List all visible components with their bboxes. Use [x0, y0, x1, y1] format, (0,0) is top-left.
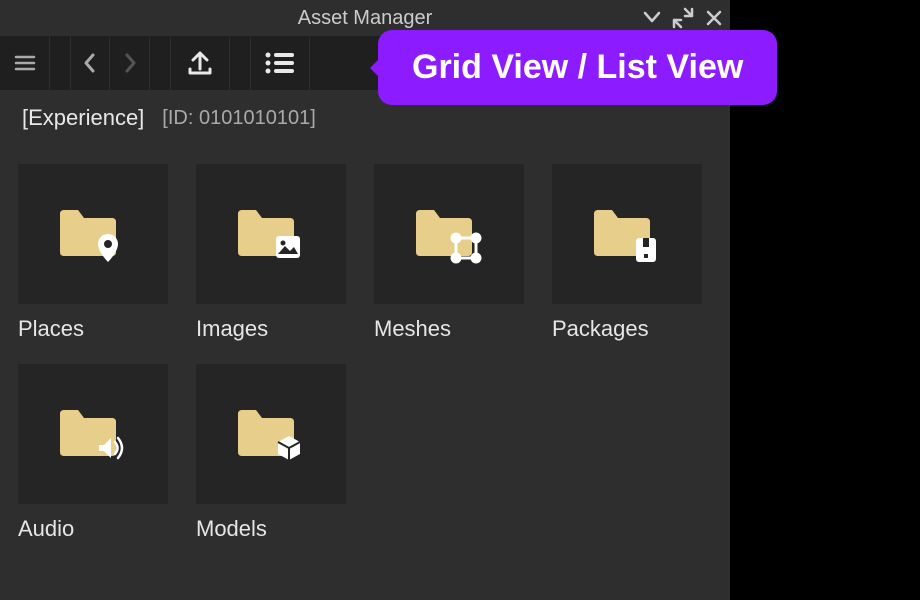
folder-tile[interactable]: [552, 164, 702, 304]
folder-meshes-icon: [412, 202, 486, 266]
upload-button[interactable]: [170, 36, 230, 90]
folder-images: Images: [196, 164, 346, 342]
folder-label: Packages: [552, 316, 702, 342]
chevron-right-icon: [121, 50, 139, 76]
tooltip-text: Grid View / List View: [412, 48, 743, 86]
folder-audio-icon: [56, 402, 130, 466]
close-icon[interactable]: [704, 8, 724, 28]
folder-packages-icon: [590, 202, 664, 266]
dock-icon[interactable]: [672, 7, 694, 29]
tooltip-view-toggle: Grid View / List View: [378, 30, 777, 105]
list-view-icon: [263, 48, 297, 78]
folder-tile[interactable]: [196, 364, 346, 504]
asset-grid: Places Images: [0, 146, 730, 560]
folder-label: Places: [18, 316, 168, 342]
folder-label: Images: [196, 316, 346, 342]
upload-icon: [184, 47, 216, 79]
folder-models: Models: [196, 364, 346, 542]
folder-packages: Packages: [552, 164, 702, 342]
folder-places-icon: [56, 202, 130, 266]
folder-places: Places: [18, 164, 168, 342]
folder-audio: Audio: [18, 364, 168, 542]
hamburger-icon: [12, 50, 38, 76]
folder-tile[interactable]: [196, 164, 346, 304]
minimize-icon[interactable]: [642, 8, 662, 28]
folder-tile[interactable]: [374, 164, 524, 304]
chevron-left-icon: [81, 50, 99, 76]
folder-label: Meshes: [374, 316, 524, 342]
folder-images-icon: [234, 202, 308, 266]
breadcrumb-root[interactable]: [Experience]: [22, 105, 144, 131]
window-title: Asset Manager: [298, 7, 433, 30]
view-toggle-button[interactable]: [250, 36, 310, 90]
nav-forward-button[interactable]: [110, 36, 150, 90]
folder-label: Audio: [18, 516, 168, 542]
nav-back-button[interactable]: [70, 36, 110, 90]
folder-tile[interactable]: [18, 364, 168, 504]
menu-button[interactable]: [0, 36, 50, 90]
breadcrumb-id: [ID: 0101010101]: [162, 107, 315, 130]
folder-label: Models: [196, 516, 346, 542]
folder-tile[interactable]: [18, 164, 168, 304]
folder-models-icon: [234, 402, 308, 466]
folder-meshes: Meshes: [374, 164, 524, 342]
